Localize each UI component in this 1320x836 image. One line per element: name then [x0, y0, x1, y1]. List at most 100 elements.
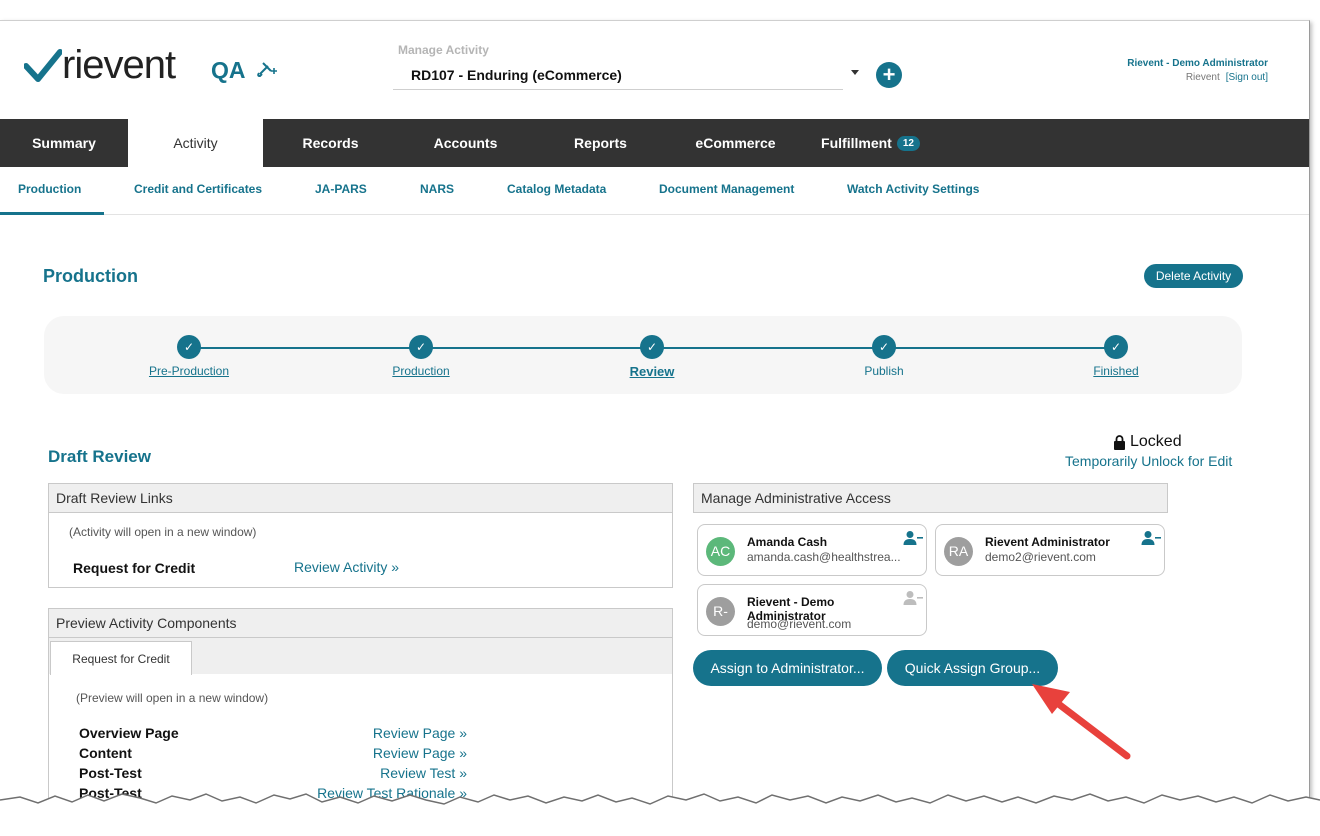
step-label: Production: [392, 364, 450, 378]
admin-name: Amanda Cash: [747, 535, 828, 549]
step-review[interactable]: ✓ Review: [592, 335, 712, 379]
user-info: Rievent [Sign out]: [1186, 72, 1268, 83]
tab-summary[interactable]: Summary: [0, 119, 128, 167]
user-name: Rievent - Demo Administrator: [1127, 58, 1268, 69]
tab-records[interactable]: Records: [263, 119, 398, 167]
tab-ecommerce[interactable]: eCommerce: [668, 119, 803, 167]
main-nav: Summary Activity Records Accounts Report…: [0, 119, 1309, 167]
admin-card: RA Rievent Administrator demo2@rievent.c…: [935, 524, 1165, 576]
quick-assign-group-button[interactable]: Quick Assign Group...: [887, 650, 1058, 686]
tab-fulfillment[interactable]: Fulfillment 12: [803, 119, 938, 167]
manage-activity-label: Manage Activity: [398, 43, 489, 57]
preview-components-panel: Preview Activity Components Request for …: [48, 608, 673, 836]
tab-label: eCommerce: [695, 135, 776, 151]
component-label: Content: [79, 745, 132, 761]
manage-activity-value: RD107 - Enduring (eCommerce): [411, 67, 622, 83]
remove-user-icon: [903, 591, 923, 605]
fulfillment-count-badge: 12: [896, 135, 920, 151]
review-test-link[interactable]: Review Test »: [380, 765, 467, 781]
lock-icon: [1114, 434, 1125, 450]
step-label: Pre-Production: [148, 364, 230, 378]
component-label: Post-Test: [79, 765, 142, 781]
user-org: Rievent: [1185, 72, 1220, 83]
delete-activity-button[interactable]: Delete Activity: [1144, 264, 1243, 288]
tab-label: Fulfillment: [821, 135, 892, 151]
admin-name: Rievent Administrator: [985, 535, 1110, 549]
panel-title: Preview Activity Components: [49, 609, 672, 638]
component-label: Overview Page: [79, 725, 179, 741]
sub-nav: Production Credit and Certificates JA-PA…: [0, 167, 1309, 215]
tab-label: Summary: [32, 135, 96, 151]
temporarily-unlock-link[interactable]: Temporarily Unlock for Edit: [1065, 453, 1232, 469]
step-publish[interactable]: ✓ Publish: [824, 335, 944, 378]
tab-request-for-credit[interactable]: Request for Credit: [50, 641, 192, 675]
tab-reports[interactable]: Reports: [533, 119, 668, 167]
tab-activity[interactable]: Activity: [128, 119, 263, 167]
admin-email: demo2@rievent.com: [985, 550, 1096, 564]
subtab-watch-activity-settings[interactable]: Watch Activity Settings: [847, 182, 979, 196]
step-label: Review: [629, 364, 675, 379]
panel-title: Draft Review Links: [49, 484, 672, 513]
step-finished[interactable]: ✓ Finished: [1056, 335, 1176, 378]
app-window: rievent QA Manage Activity RD107 - Endur…: [0, 20, 1310, 836]
tab-label: Records: [302, 135, 359, 151]
assign-to-administrator-button[interactable]: Assign to Administrator...: [693, 650, 882, 686]
subtab-catalog-metadata[interactable]: Catalog Metadata: [507, 182, 606, 196]
locked-status: Locked: [1113, 433, 1182, 451]
check-icon: ✓: [409, 335, 433, 359]
check-icon: ✓: [640, 335, 664, 359]
step-production[interactable]: ✓ Production: [361, 335, 481, 378]
active-subtab-indicator: [0, 212, 104, 215]
add-activity-button[interactable]: +: [876, 62, 902, 88]
remove-user-icon[interactable]: [903, 530, 923, 546]
admin-email: demo@rievent.com: [747, 617, 852, 631]
draft-review-title: Draft Review: [48, 447, 151, 466]
preview-tab-bar: Request for Credit: [49, 638, 672, 675]
check-icon: ✓: [872, 335, 896, 359]
avatar: AC: [706, 537, 735, 566]
review-page-link[interactable]: Review Page »: [373, 745, 467, 761]
production-stepper: ✓ Pre-Production ✓ Production ✓ Review ✓…: [44, 316, 1242, 394]
tab-label: Reports: [574, 135, 627, 151]
test-tube-icon: [257, 62, 277, 77]
open-note: (Activity will open in a new window): [69, 525, 257, 539]
panel-title: Manage Administrative Access: [694, 484, 1167, 512]
environment-label: QA: [211, 57, 246, 83]
locked-label: Locked: [1130, 433, 1182, 450]
manage-activity-select[interactable]: RD107 - Enduring (eCommerce): [393, 61, 843, 90]
avatar: R-: [706, 597, 735, 626]
admin-email: amanda.cash@healthstrea...: [747, 550, 901, 564]
component-label: Post-Test: [79, 785, 142, 801]
subtab-nars[interactable]: NARS: [420, 182, 454, 196]
admin-card: R- Rievent - Demo Administrator demo@rie…: [697, 584, 927, 636]
check-icon: ✓: [177, 335, 201, 359]
rievent-logo[interactable]: rievent: [24, 43, 176, 87]
subtab-credit-certificates[interactable]: Credit and Certificates: [134, 182, 262, 196]
review-page-link[interactable]: Review Page »: [373, 725, 467, 741]
tab-accounts[interactable]: Accounts: [398, 119, 533, 167]
admin-access-panel: Manage Administrative Access: [693, 483, 1168, 513]
draft-review-links-panel: Draft Review Links (Activity will open i…: [48, 483, 673, 588]
logo-check-icon: [24, 49, 62, 82]
header: rievent QA Manage Activity RD107 - Endur…: [0, 21, 1309, 119]
check-icon: ✓: [1104, 335, 1128, 359]
preview-note: (Preview will open in a new window): [76, 691, 269, 705]
production-title: Production: [43, 266, 138, 286]
sign-out-link[interactable]: [Sign out]: [1226, 72, 1268, 83]
tab-label: Activity: [173, 135, 218, 151]
avatar: RA: [944, 537, 973, 566]
subtab-document-management[interactable]: Document Management: [659, 182, 794, 196]
tab-label: Accounts: [433, 135, 498, 151]
review-activity-link[interactable]: Review Activity »: [294, 559, 399, 575]
chevron-down-icon[interactable]: [851, 70, 859, 75]
subtab-ja-pars[interactable]: JA-PARS: [315, 182, 367, 196]
step-label: Finished: [1093, 364, 1139, 378]
admin-card: AC Amanda Cash amanda.cash@healthstrea..…: [697, 524, 927, 576]
remove-user-icon[interactable]: [1141, 530, 1161, 546]
review-test-rationale-link[interactable]: Review Test Rationale »: [317, 785, 467, 801]
subtab-production[interactable]: Production: [18, 182, 81, 196]
step-pre-production[interactable]: ✓ Pre-Production: [129, 335, 249, 378]
step-label: Publish: [864, 364, 904, 378]
logo-text: rievent: [62, 43, 176, 87]
request-for-credit-label: Request for Credit: [73, 560, 196, 576]
